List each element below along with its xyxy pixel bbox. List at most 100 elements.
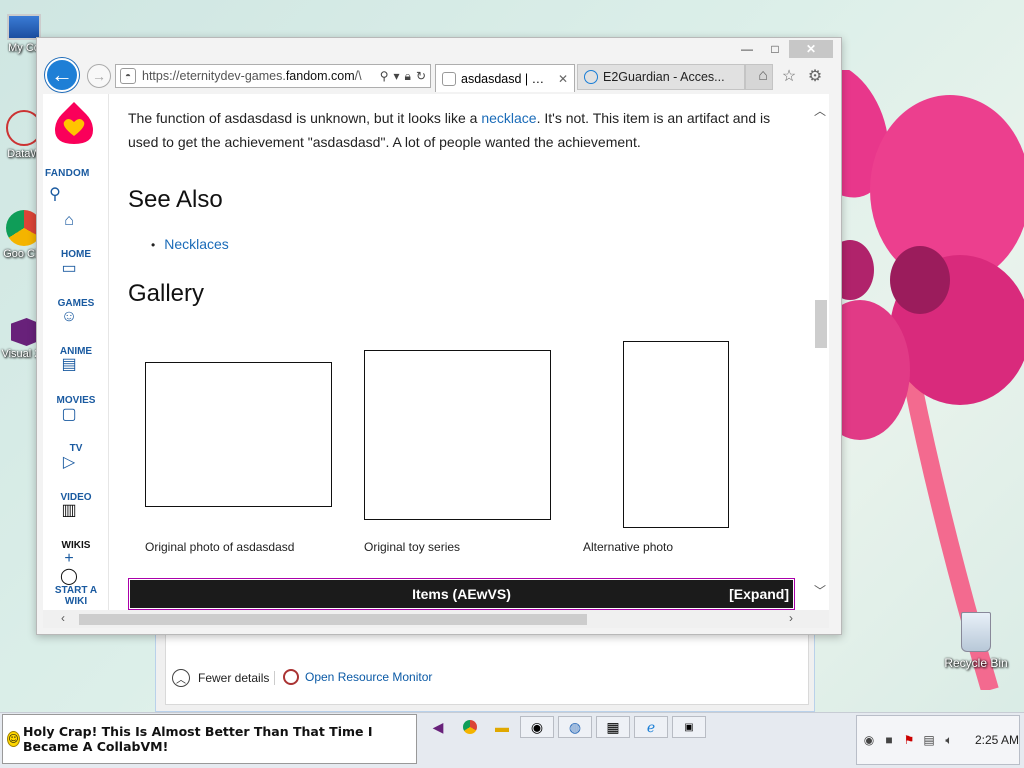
tab-e2guardian[interactable]: E2Guardian - Acces... bbox=[577, 64, 745, 90]
scroll-right-icon[interactable]: › bbox=[789, 611, 793, 625]
volume-icon[interactable]: 🔈︎ bbox=[941, 732, 957, 748]
site-favicon-icon: ◓ bbox=[120, 68, 136, 84]
fandom-brand[interactable]: FANDOM bbox=[45, 168, 90, 179]
page-content: FANDOM ⚲ ⌂ HOME ▭ GAMES ☺ ANIME ▤ MOVIES… bbox=[43, 94, 829, 610]
recycle-bin-icon bbox=[961, 612, 991, 652]
gear-icon[interactable]: ⚙ bbox=[805, 66, 825, 86]
folder-icon[interactable]: ▬ bbox=[488, 716, 516, 738]
network-tray-icon[interactable]: ▤ bbox=[921, 732, 937, 748]
fandom-rail: FANDOM ⚲ ⌂ HOME ▭ GAMES ☺ ANIME ▤ MOVIES… bbox=[43, 94, 109, 610]
browser-toolbar-right: ⌂ ☆ ⚙ bbox=[753, 66, 825, 86]
user-icon[interactable]: ◯ bbox=[59, 568, 79, 586]
tv-icon: ▢ bbox=[61, 406, 77, 423]
divider bbox=[274, 671, 275, 685]
flag-icon[interactable]: ⚑ bbox=[901, 732, 917, 748]
necklace-link[interactable]: necklace bbox=[481, 110, 536, 126]
desktop-icon-recycle-bin[interactable]: Recycle Bin bbox=[944, 612, 1008, 670]
network-icon[interactable]: ▦ bbox=[596, 716, 630, 738]
close-tab-icon[interactable]: ✕ bbox=[558, 72, 568, 86]
scroll-down-icon[interactable]: ﹀ bbox=[814, 582, 826, 599]
book-icon: ▥ bbox=[61, 502, 77, 519]
gallery-caption: Original toy series bbox=[364, 540, 461, 554]
recycle-bin-label: Recycle Bin bbox=[944, 656, 1008, 670]
back-button[interactable]: ← bbox=[45, 58, 79, 92]
arrow-right-icon: → bbox=[92, 68, 106, 84]
anime-icon: ☺ bbox=[60, 308, 78, 325]
rail-item-tv[interactable]: TV bbox=[43, 443, 109, 454]
site-favicon-icon bbox=[442, 71, 456, 86]
address-bar[interactable]: ◓ https://eternitydev-games.fandom.com/\… bbox=[115, 64, 431, 88]
gamepad-icon: ▭ bbox=[61, 260, 77, 277]
navbox-header: Items (AEwVS) [Expand] bbox=[130, 580, 793, 608]
taskbar-window-title: Holy Crap! This Is Almost Better Than Th… bbox=[23, 724, 373, 754]
star-icon[interactable]: ☆ bbox=[779, 66, 799, 86]
gallery-caption: Original photo of asdasdasd bbox=[145, 540, 295, 554]
taskbar-window-button[interactable]: ☺ Holy Crap! This Is Almost Better Than … bbox=[2, 714, 417, 764]
plus-icon: + bbox=[64, 550, 74, 567]
chevron-up-icon: ︿ bbox=[172, 669, 190, 687]
home-icon: ⌂ bbox=[64, 212, 74, 229]
address-tools: ⚲ ▾ 🔒︎ ↻ bbox=[380, 69, 430, 84]
visual-studio-icon[interactable]: ◀ bbox=[424, 716, 452, 738]
chrome-icon[interactable] bbox=[456, 716, 484, 738]
steam-icon[interactable]: ◉ bbox=[520, 716, 554, 738]
expand-link[interactable]: [Expand] bbox=[729, 586, 789, 602]
stop-icon[interactable]: ■ bbox=[881, 732, 897, 748]
minimize-button[interactable]: — bbox=[733, 40, 761, 58]
steam-tray-icon[interactable]: ◉ bbox=[861, 732, 877, 748]
rail-item-start-a-wiki[interactable]: START A WIKI bbox=[43, 585, 109, 607]
gallery-image[interactable] bbox=[145, 362, 332, 507]
navbox-title: Items (AEwVS) bbox=[412, 586, 511, 602]
navbox: Items (AEwVS) [Expand] bbox=[128, 578, 795, 610]
gallery-heading: Gallery bbox=[128, 280, 205, 307]
necklaces-link[interactable]: Necklaces bbox=[164, 236, 229, 252]
visual-studio-icon bbox=[11, 318, 37, 346]
arrow-left-icon: ← bbox=[51, 62, 73, 87]
refresh-icon[interactable]: ↻ bbox=[416, 69, 426, 84]
scrollbar-thumb[interactable] bbox=[79, 614, 587, 625]
lock-icon[interactable]: 🔒︎ bbox=[405, 69, 411, 84]
forward-button[interactable]: → bbox=[87, 64, 111, 88]
scroll-up-icon[interactable]: ︿ bbox=[814, 102, 826, 119]
globe-icon[interactable]: ◍ bbox=[558, 716, 592, 738]
horizontal-scrollbar[interactable]: ‹ › bbox=[43, 610, 829, 628]
resource-monitor-icon bbox=[283, 669, 299, 685]
ie-icon[interactable]: ℯ bbox=[634, 716, 668, 738]
search-icon[interactable]: ⚲ bbox=[45, 186, 65, 204]
tab-label: asdasdasd | Eter... bbox=[461, 71, 552, 86]
rail-item-movies[interactable]: MOVIES bbox=[43, 395, 109, 406]
address-url: https://eternitydev-games.fandom.com/\ bbox=[142, 69, 362, 83]
fandom-logo-icon[interactable] bbox=[53, 100, 95, 146]
cmd-icon[interactable]: ▣ bbox=[672, 716, 706, 738]
open-resource-monitor-link[interactable]: Open Resource Monitor bbox=[283, 669, 432, 685]
tab-asdasdasd[interactable]: asdasdasd | Eter... ✕ bbox=[435, 64, 575, 92]
smiley-icon: ☺ bbox=[7, 731, 21, 747]
browser-window: — □ ✕ ← → ◓ https://eternitydev-games.fa… bbox=[36, 37, 842, 635]
window-controls: — □ ✕ bbox=[733, 40, 833, 58]
fewer-details-label: Fewer details bbox=[198, 671, 270, 685]
gallery-caption: Alternative photo bbox=[583, 540, 674, 554]
article-paragraph: The function of asdasdasd is unknown, bu… bbox=[128, 110, 771, 150]
scroll-left-icon[interactable]: ‹ bbox=[61, 611, 65, 625]
rail-item-home[interactable]: HOME bbox=[43, 249, 109, 260]
play-icon: ▷ bbox=[62, 454, 76, 471]
dropdown-icon[interactable]: ▾ bbox=[394, 69, 400, 84]
home-icon[interactable]: ⌂ bbox=[753, 66, 773, 86]
clock[interactable]: 2:25 AM bbox=[975, 733, 1019, 747]
see-also-heading: See Also bbox=[128, 186, 223, 213]
movie-icon: ▤ bbox=[61, 356, 77, 373]
gallery-image[interactable] bbox=[623, 341, 729, 528]
open-resource-monitor-label: Open Resource Monitor bbox=[305, 670, 433, 684]
list-item: Necklaces bbox=[151, 236, 229, 252]
fewer-details-button[interactable]: ︿ Fewer details bbox=[172, 669, 269, 687]
close-button[interactable]: ✕ bbox=[789, 40, 833, 58]
gallery-image[interactable] bbox=[364, 350, 551, 520]
tab-label: E2Guardian - Acces... bbox=[603, 70, 725, 84]
scrollbar-thumb[interactable] bbox=[815, 300, 827, 348]
system-tray: ◉ ■ ⚑ ▤ 🔈︎ 2:25 AM bbox=[856, 715, 1020, 765]
vertical-scrollbar[interactable]: ︿ ﹀ bbox=[812, 94, 829, 610]
search-icon[interactable]: ⚲ bbox=[380, 69, 389, 84]
taskbar-pinned: ◀ ▬ ◉ ◍ ▦ ℯ ▣ bbox=[424, 716, 706, 738]
ie-icon bbox=[584, 70, 598, 84]
maximize-button[interactable]: □ bbox=[761, 40, 789, 58]
